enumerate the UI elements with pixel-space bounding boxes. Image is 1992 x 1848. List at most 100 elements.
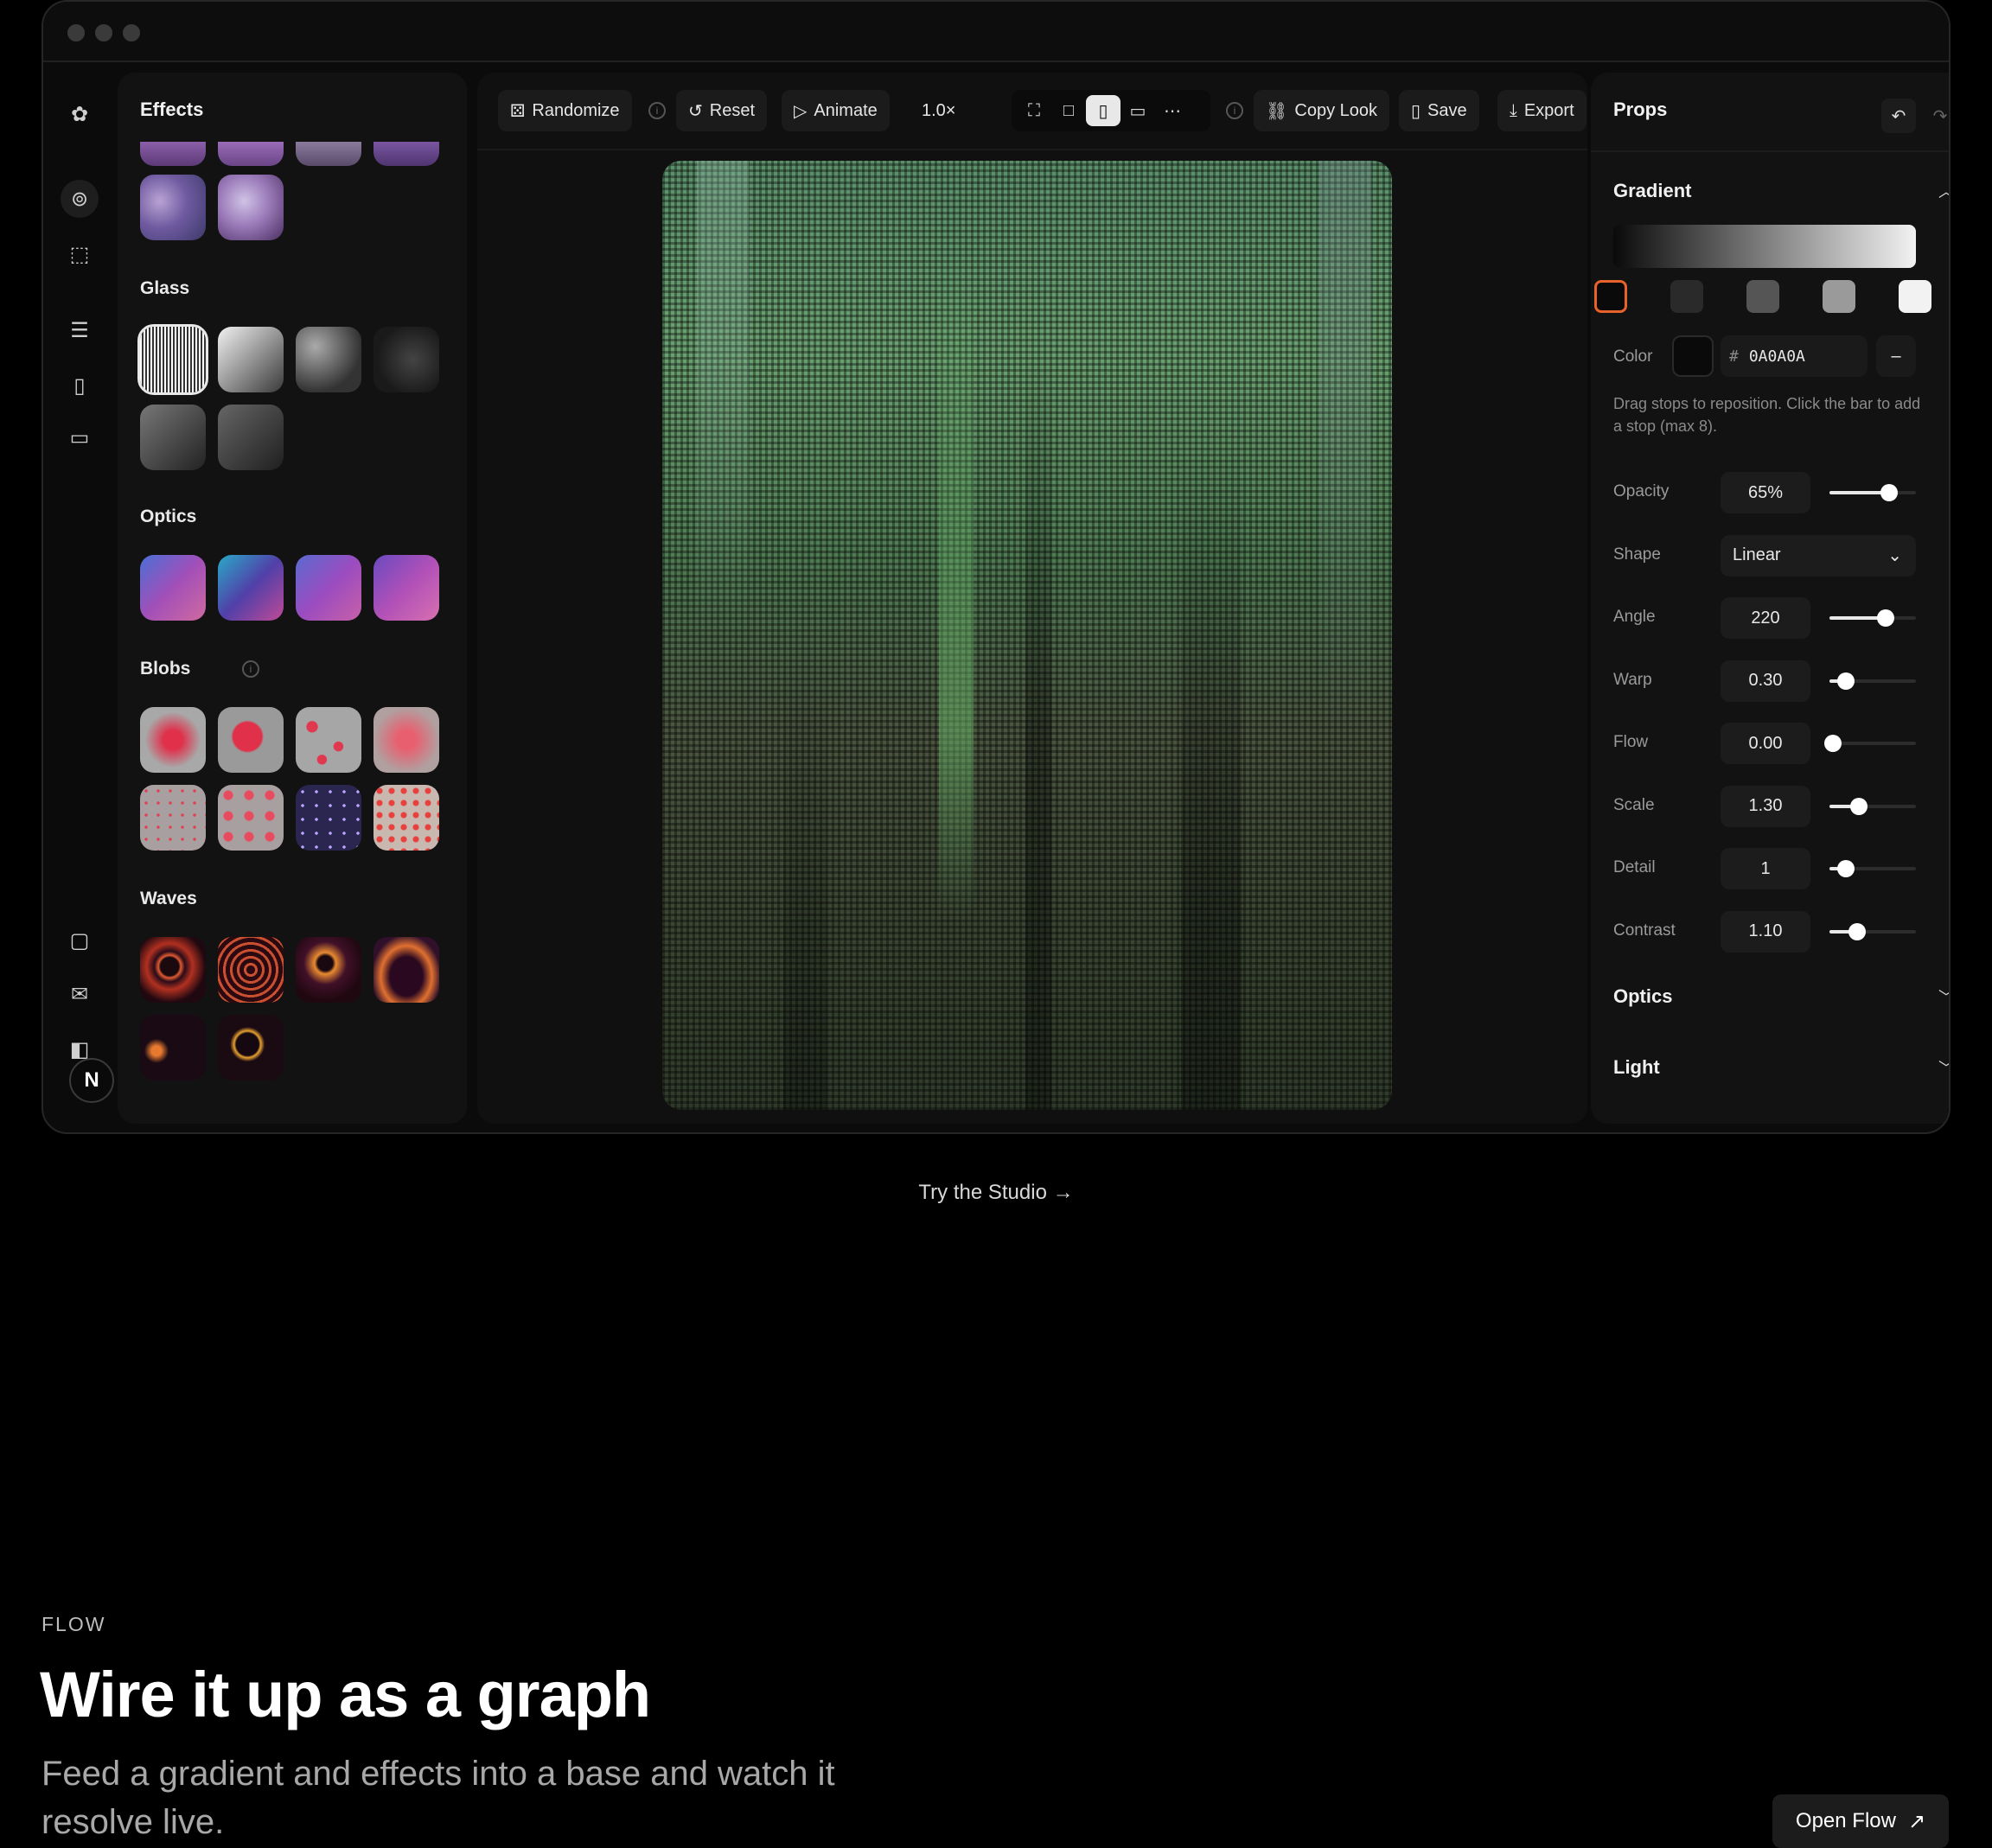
chevron-up-icon[interactable]: ︿ (1938, 180, 1949, 202)
gradient-bar[interactable] (1613, 225, 1916, 268)
light-section-title[interactable]: Light (1613, 1056, 1660, 1079)
hex-color-input[interactable]: #0A0A0A (1721, 335, 1868, 377)
reset-button[interactable]: ↺ Reset (676, 90, 768, 131)
folder-icon[interactable]: ▭ (61, 418, 99, 456)
gradient-stop[interactable] (1823, 280, 1855, 313)
wave-thumb[interactable] (218, 937, 284, 1003)
blob-thumb[interactable] (218, 785, 284, 851)
select-tool-icon[interactable]: ⬚ (61, 235, 99, 273)
blob-thumb[interactable] (374, 707, 439, 773)
docs-book-icon[interactable]: ▢ (61, 921, 99, 959)
redo-icon[interactable]: ↷ (1923, 99, 1949, 133)
bookmark-icon[interactable]: ▯ (61, 366, 99, 405)
more-options-icon[interactable]: ⋯ (1155, 95, 1190, 126)
prop-value-angle[interactable]: 220 (1721, 597, 1810, 639)
gradient-stop[interactable] (1899, 280, 1931, 313)
wave-thumb[interactable] (374, 937, 439, 1003)
effects-icon[interactable]: ⊚ (61, 180, 99, 218)
prop-value-warp[interactable]: 0.30 (1721, 660, 1810, 702)
mail-icon[interactable]: ✉ (61, 975, 99, 1013)
slider-knob[interactable] (1824, 735, 1842, 752)
wave-thumb[interactable] (140, 1015, 206, 1080)
randomize-info-icon[interactable]: i (648, 102, 666, 119)
glass-thumb[interactable] (374, 327, 439, 392)
animate-button[interactable]: ▷ Animate (782, 90, 890, 131)
glass-thumb[interactable] (140, 405, 206, 470)
prop-value-opacity[interactable]: 65% (1721, 472, 1810, 513)
avatar[interactable]: N (69, 1058, 114, 1103)
slider-knob[interactable] (1848, 922, 1866, 940)
prop-slider-angle[interactable] (1829, 609, 1916, 627)
slider-knob[interactable] (1877, 609, 1894, 627)
prop-slider-flow[interactable] (1824, 735, 1916, 752)
prop-slider-detail[interactable] (1829, 860, 1916, 877)
remove-stop-button[interactable]: – (1876, 335, 1916, 377)
gradient-stop-selected[interactable] (1594, 280, 1627, 313)
prop-value-scale[interactable]: 1.30 (1721, 785, 1810, 827)
arrow-right-icon: → (1052, 1181, 1074, 1204)
aspect-square-icon[interactable]: □ (1051, 95, 1086, 126)
copy-look-button[interactable]: ⛓ Copy Look (1254, 90, 1390, 131)
aspect-info-icon[interactable]: i (1226, 102, 1243, 119)
open-flow-button[interactable]: Open Flow ↗ (1772, 1794, 1949, 1848)
layers-icon[interactable]: ☰ (61, 311, 99, 349)
window-maximize-dot[interactable] (123, 24, 140, 41)
chevron-down-icon[interactable]: ﹀ (1938, 985, 1949, 1008)
optics-thumb[interactable] (374, 555, 439, 621)
aspect-landscape-icon[interactable]: ▭ (1120, 95, 1155, 126)
try-studio-link[interactable]: Try the Studio → (0, 1181, 1992, 1205)
export-button[interactable]: ⤓ Export (1497, 90, 1587, 131)
effect-thumb[interactable] (218, 175, 284, 240)
optics-section-title[interactable]: Optics (1613, 985, 1672, 1008)
slider-knob[interactable] (1850, 797, 1868, 815)
randomize-button[interactable]: ⚄ Randomize (498, 90, 632, 131)
shader-preview-canvas[interactable] (662, 161, 1392, 1110)
gradient-stop[interactable] (1746, 280, 1779, 313)
glass-thumb[interactable] (218, 405, 284, 470)
blob-thumb[interactable] (296, 785, 361, 851)
blob-thumb[interactable] (140, 785, 206, 851)
glass-thumb[interactable] (296, 327, 361, 392)
speed-selector[interactable]: 1.0× (910, 90, 967, 131)
glass-thumb-selected[interactable] (137, 324, 208, 395)
wave-thumb[interactable] (140, 937, 206, 1003)
wave-thumb[interactable] (218, 1015, 284, 1080)
color-swatch[interactable] (1672, 335, 1714, 377)
prop-slider-scale[interactable] (1829, 797, 1916, 815)
prop-value-detail[interactable]: 1 (1721, 848, 1810, 889)
aspect-portrait-icon[interactable]: ▯ (1086, 95, 1120, 126)
gradient-section-title[interactable]: Gradient (1613, 180, 1691, 202)
effect-thumb[interactable] (140, 142, 206, 166)
blob-thumb[interactable] (296, 707, 361, 773)
blobs-info-icon[interactable]: i (242, 660, 259, 678)
effect-thumb[interactable] (218, 142, 284, 166)
slider-knob[interactable] (1837, 672, 1855, 690)
blob-thumb[interactable] (218, 707, 284, 773)
optics-thumb[interactable] (296, 555, 361, 621)
window-close-dot[interactable] (67, 24, 85, 41)
wave-thumb[interactable] (296, 937, 361, 1003)
prop-value-contrast[interactable]: 1.10 (1721, 910, 1810, 953)
shape-select[interactable]: Linear ⌄ (1721, 534, 1916, 577)
prop-slider-warp[interactable] (1829, 672, 1916, 690)
blob-thumb[interactable] (140, 707, 206, 773)
slider-knob[interactable] (1880, 484, 1898, 501)
prop-value-flow[interactable]: 0.00 (1721, 723, 1810, 764)
window-minimize-dot[interactable] (95, 24, 112, 41)
save-button[interactable]: ▯ Save (1399, 90, 1479, 131)
gradient-stop[interactable] (1670, 280, 1703, 313)
glass-thumb[interactable] (218, 327, 284, 392)
effect-thumb[interactable] (140, 175, 206, 240)
prop-slider-contrast[interactable] (1829, 922, 1916, 940)
effect-thumb[interactable] (296, 142, 361, 166)
logo-flower-icon[interactable]: ✿ (61, 95, 99, 133)
undo-icon[interactable]: ↶ (1881, 99, 1916, 133)
fullscreen-icon[interactable]: ⛶ (1017, 95, 1051, 126)
optics-thumb[interactable] (218, 555, 284, 621)
prop-slider-opacity[interactable] (1829, 484, 1916, 501)
optics-thumb[interactable] (140, 555, 206, 621)
blob-thumb[interactable] (374, 785, 439, 851)
slider-knob[interactable] (1837, 860, 1855, 877)
chevron-down-icon[interactable]: ﹀ (1938, 1056, 1949, 1079)
effect-thumb[interactable] (374, 142, 439, 166)
